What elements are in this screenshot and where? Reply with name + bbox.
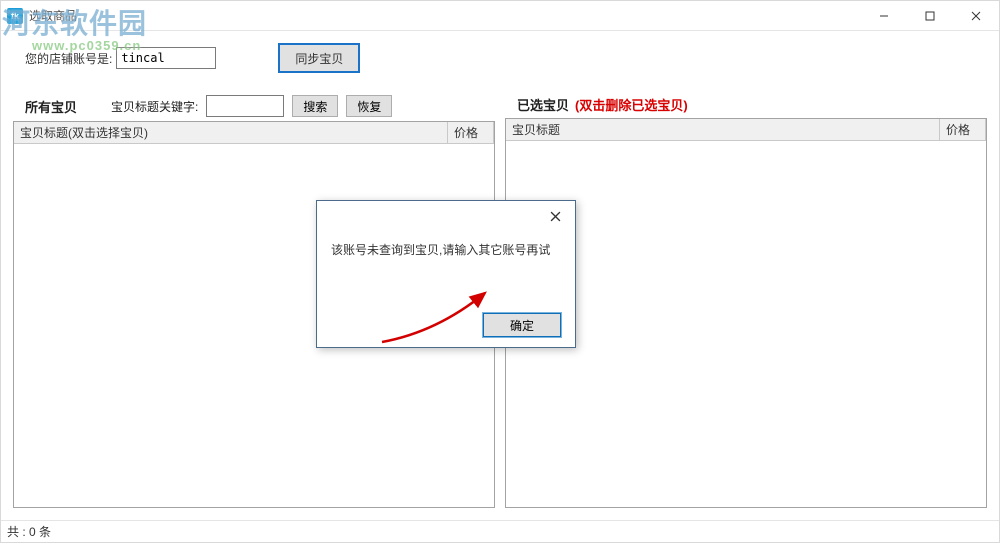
left-panel-head: 所有宝贝 宝贝标题关键字: 搜索 恢复 xyxy=(13,95,495,117)
maximize-button[interactable] xyxy=(907,1,953,31)
shop-account-label: 您的店铺账号是: xyxy=(25,50,112,67)
left-grid-head: 宝贝标题(双击选择宝贝) 价格 xyxy=(14,122,494,144)
dialog-close-button[interactable] xyxy=(537,203,573,229)
left-panel-title: 所有宝贝 xyxy=(25,97,77,116)
top-row: 您的店铺账号是: 同步宝贝 xyxy=(25,43,987,73)
shop-account-input[interactable] xyxy=(116,47,216,69)
titlebar: fk 选取商品 xyxy=(1,1,999,31)
right-panel: 已选宝贝 (双击删除已选宝贝) 宝贝标题 价格 xyxy=(505,95,987,508)
sync-button[interactable]: 同步宝贝 xyxy=(278,43,360,73)
right-col-title[interactable]: 宝贝标题 xyxy=(506,119,940,140)
status-count: 0 xyxy=(29,525,36,539)
ok-button[interactable]: 确定 xyxy=(483,313,561,337)
alert-dialog: 该账号未查询到宝贝,请输入其它账号再试 确定 xyxy=(316,200,576,348)
app-icon: fk xyxy=(7,8,23,24)
left-col-title[interactable]: 宝贝标题(双击选择宝贝) xyxy=(14,122,448,143)
minimize-button[interactable] xyxy=(861,1,907,31)
status-bar: 共 : 0 条 xyxy=(1,520,999,542)
dialog-titlebar xyxy=(317,201,575,231)
status-suffix: 条 xyxy=(39,523,51,540)
close-button[interactable] xyxy=(953,1,999,31)
right-grid-head: 宝贝标题 价格 xyxy=(506,119,986,141)
restore-button[interactable]: 恢复 xyxy=(346,95,392,117)
search-button[interactable]: 搜索 xyxy=(292,95,338,117)
right-grid-body[interactable] xyxy=(506,141,986,507)
dialog-footer: 确定 xyxy=(317,303,575,347)
right-grid: 宝贝标题 价格 xyxy=(505,118,987,508)
dialog-message: 该账号未查询到宝贝,请输入其它账号再试 xyxy=(331,243,550,257)
window-title: 选取商品 xyxy=(29,7,77,24)
right-panel-hint: (双击删除已选宝贝) xyxy=(575,95,688,114)
right-panel-head: 已选宝贝 (双击删除已选宝贝) xyxy=(505,95,987,114)
right-col-price[interactable]: 价格 xyxy=(940,119,986,140)
status-prefix: 共 : xyxy=(7,523,26,540)
keyword-label: 宝贝标题关键字: xyxy=(111,98,198,115)
right-panel-title: 已选宝贝 xyxy=(517,95,569,114)
left-col-price[interactable]: 价格 xyxy=(448,122,494,143)
dialog-body: 该账号未查询到宝贝,请输入其它账号再试 xyxy=(317,231,575,303)
keyword-input[interactable] xyxy=(206,95,284,117)
